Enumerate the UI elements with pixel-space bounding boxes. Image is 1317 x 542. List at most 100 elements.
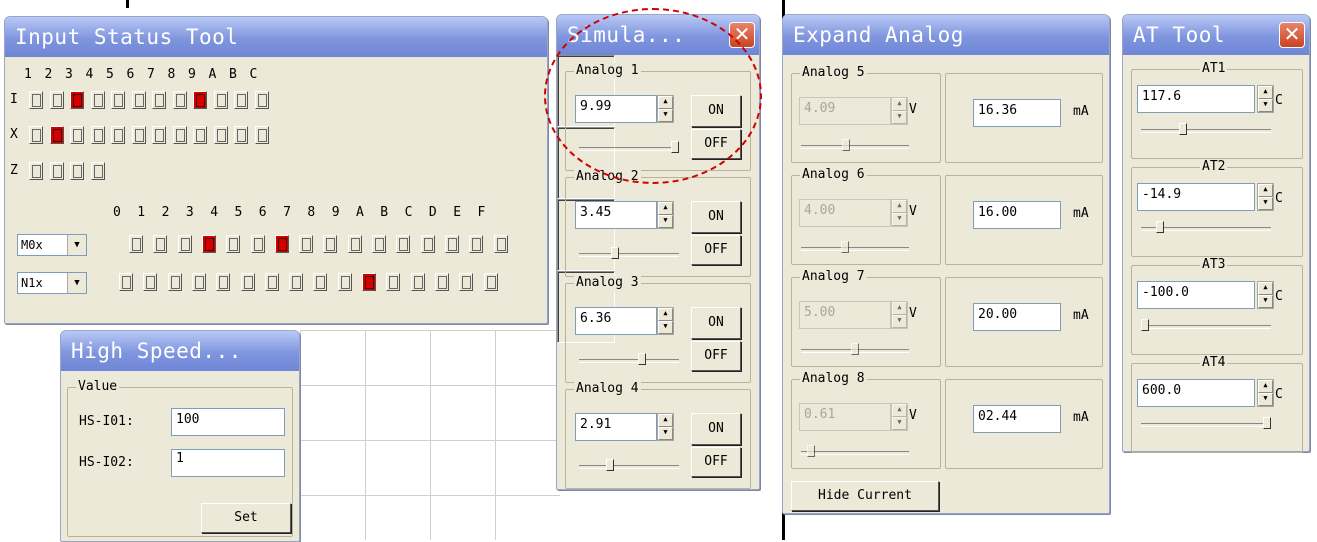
input-bit[interactable] <box>90 162 105 180</box>
on-button[interactable]: ON <box>691 307 741 339</box>
spin-up-icon[interactable]: ▲ <box>658 414 673 427</box>
spin-down-icon[interactable]: ▼ <box>1258 99 1273 112</box>
register-bit[interactable] <box>337 273 352 291</box>
input-bit[interactable] <box>152 91 166 109</box>
spin-down-icon[interactable]: ▼ <box>658 109 673 122</box>
spin-down-icon[interactable]: ▼ <box>1258 295 1273 308</box>
spin-down-icon[interactable]: ▼ <box>658 321 673 334</box>
on-button[interactable]: ON <box>691 95 741 127</box>
value-slider[interactable] <box>579 141 679 153</box>
register-bit[interactable] <box>167 273 182 291</box>
input-bit[interactable] <box>29 91 43 109</box>
spin-buttons[interactable]: ▲ ▼ <box>891 199 908 227</box>
input-bit[interactable] <box>152 126 166 144</box>
value-slider[interactable] <box>579 459 679 471</box>
register-bit[interactable] <box>226 235 241 253</box>
analog-value-field[interactable]: 3.45 <box>575 201 657 229</box>
off-button[interactable]: OFF <box>691 447 741 477</box>
temperature-field[interactable]: -100.0 <box>1137 281 1255 309</box>
input-bit[interactable] <box>234 91 248 109</box>
slider-thumb[interactable] <box>606 459 614 471</box>
chevron-down-icon[interactable]: ▼ <box>67 273 86 293</box>
temperature-field[interactable]: 600.0 <box>1137 379 1255 407</box>
input-bit[interactable] <box>213 126 228 144</box>
register-bit[interactable] <box>216 273 231 291</box>
input-bit[interactable] <box>49 91 64 109</box>
on-button[interactable]: ON <box>691 413 741 445</box>
at-tool-window[interactable]: AT Tool ✕ AT1 117.6 ▲ ▼ C AT2 -14.9 ▲ ▼ C AT3 -100.… <box>1122 14 1310 453</box>
spin-down-icon[interactable]: ▼ <box>658 215 673 228</box>
slider-thumb[interactable] <box>1179 123 1187 135</box>
register-bit[interactable] <box>153 235 168 253</box>
slider-thumb[interactable] <box>1156 221 1164 233</box>
value-slider[interactable] <box>801 241 909 253</box>
register-bit[interactable] <box>299 235 314 253</box>
register-bit[interactable] <box>386 273 401 291</box>
analog-value-field[interactable]: 2.91 <box>575 413 657 441</box>
spin-up-icon[interactable]: ▲ <box>1258 184 1273 197</box>
input-bit[interactable] <box>70 91 84 109</box>
slider-thumb[interactable] <box>611 247 619 259</box>
register-select[interactable]: N1x ▼ <box>17 272 87 294</box>
register-bit[interactable] <box>289 273 304 291</box>
voltage-field[interactable]: 4.00 <box>799 199 891 227</box>
register-bit[interactable] <box>323 235 338 253</box>
register-bit[interactable] <box>410 273 425 291</box>
analog-value-field[interactable]: 9.99 <box>575 95 657 123</box>
spin-up-icon[interactable]: ▲ <box>892 200 907 213</box>
input-bit[interactable] <box>193 126 207 144</box>
spin-buttons[interactable]: ▲ ▼ <box>657 201 674 229</box>
spin-up-icon[interactable]: ▲ <box>892 302 907 315</box>
spin-down-icon[interactable]: ▼ <box>892 111 907 124</box>
register-bit[interactable] <box>469 235 484 253</box>
spin-buttons[interactable]: ▲ ▼ <box>657 307 674 335</box>
input-bit[interactable] <box>234 126 248 144</box>
register-bit[interactable] <box>459 273 474 291</box>
input-bit[interactable] <box>90 126 105 144</box>
hide-current-button[interactable]: Hide Current <box>791 481 939 511</box>
input-bit[interactable] <box>254 91 269 109</box>
value-slider[interactable] <box>801 343 909 355</box>
input-bit[interactable] <box>90 91 105 109</box>
input-bit[interactable] <box>254 126 269 144</box>
spin-down-icon[interactable]: ▼ <box>1258 393 1273 406</box>
spin-buttons[interactable]: ▲ ▼ <box>891 97 908 125</box>
register-bit[interactable] <box>362 273 376 291</box>
temperature-field[interactable]: 117.6 <box>1137 85 1255 113</box>
input-bit[interactable] <box>193 91 207 109</box>
register-bit[interactable] <box>420 235 435 253</box>
spin-buttons[interactable]: ▲ ▼ <box>891 403 908 431</box>
value-slider[interactable] <box>1141 123 1271 135</box>
input-bit[interactable] <box>49 162 64 180</box>
slider-thumb[interactable] <box>807 445 815 457</box>
spin-buttons[interactable]: ▲ ▼ <box>1257 85 1274 113</box>
slider-thumb[interactable] <box>638 353 646 365</box>
off-button[interactable]: OFF <box>691 341 741 371</box>
input-bit[interactable] <box>213 91 228 109</box>
value-slider[interactable] <box>579 247 679 259</box>
spin-up-icon[interactable]: ▲ <box>658 308 673 321</box>
spin-down-icon[interactable]: ▼ <box>892 315 907 328</box>
on-button[interactable]: ON <box>691 201 741 233</box>
input-status-window[interactable]: Input Status Tool 123456789ABCIXZ0123456… <box>4 16 548 324</box>
set-button[interactable]: Set <box>201 503 291 533</box>
close-icon[interactable]: ✕ <box>729 22 755 48</box>
value-slider[interactable] <box>1141 221 1271 233</box>
spin-down-icon[interactable]: ▼ <box>892 417 907 430</box>
spin-buttons[interactable]: ▲ ▼ <box>657 413 674 441</box>
input-bit[interactable] <box>70 162 84 180</box>
spin-buttons[interactable]: ▲ ▼ <box>657 95 674 123</box>
spin-down-icon[interactable]: ▼ <box>658 427 673 440</box>
register-bit[interactable] <box>396 235 411 253</box>
spin-up-icon[interactable]: ▲ <box>1258 282 1273 295</box>
input-bit[interactable] <box>111 91 125 109</box>
spin-up-icon[interactable]: ▲ <box>1258 86 1273 99</box>
register-bit[interactable] <box>444 235 459 253</box>
spin-down-icon[interactable]: ▼ <box>1258 197 1273 210</box>
temperature-field[interactable]: -14.9 <box>1137 183 1255 211</box>
register-bit[interactable] <box>201 235 216 253</box>
register-bit[interactable] <box>313 273 328 291</box>
hs-i01-field[interactable]: 100 <box>171 408 285 436</box>
off-button[interactable]: OFF <box>691 129 741 159</box>
spin-up-icon[interactable]: ▲ <box>892 98 907 111</box>
